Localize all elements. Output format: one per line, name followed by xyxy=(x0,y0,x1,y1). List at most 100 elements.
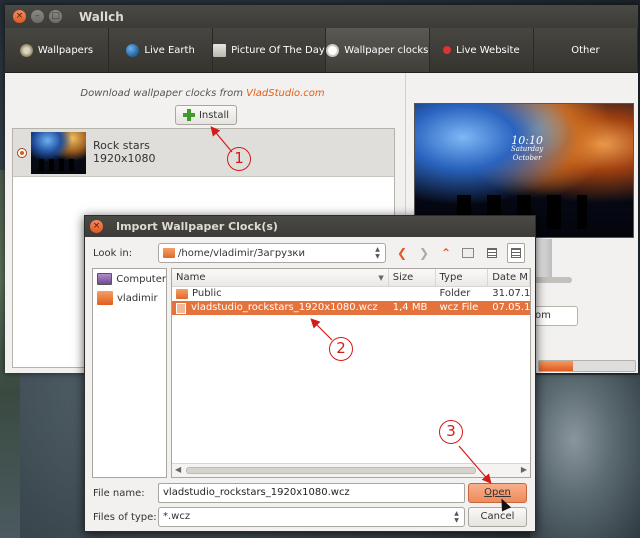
close-window-button[interactable]: × xyxy=(13,10,26,23)
place-label: vladimir xyxy=(117,292,158,304)
install-button[interactable]: Install xyxy=(175,105,237,125)
preview-progress xyxy=(538,360,636,372)
file-type: Folder xyxy=(439,288,471,299)
file-row-selected[interactable]: vladstudio_rockstars_1920x1080.wcz 1,4 M… xyxy=(172,301,530,315)
preview-day: Saturday xyxy=(511,145,544,153)
files-of-type-select[interactable]: *.wcz ▲ ▼ xyxy=(158,507,465,527)
desktop-background-right xyxy=(530,375,640,538)
close-dialog-button[interactable]: × xyxy=(90,220,103,233)
scroll-left-icon[interactable]: ◀ xyxy=(175,465,181,474)
annotation-step-3: 3 xyxy=(439,420,463,444)
cancel-button[interactable]: Cancel xyxy=(468,507,527,527)
places-sidebar: Computer vladimir xyxy=(92,268,167,478)
forward-arrow-icon[interactable]: ❯ xyxy=(415,243,433,263)
look-in-combo[interactable]: /home/vladimir/Загрузки ▲ ▼ xyxy=(158,243,386,263)
clock-info: Rock stars 1920x1080 xyxy=(93,139,156,165)
tab-live-website[interactable]: Live Website xyxy=(430,28,534,72)
sort-down-icon: ▼ xyxy=(378,273,384,282)
annotation-step-1: 1 xyxy=(227,147,251,171)
file-date: 31.07.1 xyxy=(492,288,530,299)
tab-live-earth[interactable]: Live Earth xyxy=(109,28,214,72)
scroll-right-icon[interactable]: ▶ xyxy=(521,465,527,474)
window-title: Wallch xyxy=(79,9,124,24)
column-label: Name xyxy=(176,271,206,283)
clock-thumbnail xyxy=(31,132,86,174)
minimize-window-button[interactable]: – xyxy=(31,10,44,23)
tab-label: Wallpaper clocks xyxy=(344,44,429,56)
download-prefix: Download wallpaper clocks from xyxy=(80,88,247,99)
file-list-header: Name ▼ Size Type Date M xyxy=(172,269,530,287)
file-row[interactable]: Public Folder 31.07.1 xyxy=(172,287,530,301)
file-size xyxy=(389,287,436,301)
picture-icon xyxy=(213,43,227,57)
look-in-path: /home/vladimir/Загрузки xyxy=(178,247,305,259)
file-name-input[interactable]: vladstudio_rockstars_1920x1080.wcz xyxy=(158,483,465,503)
pin-icon xyxy=(443,46,452,54)
place-label: Computer xyxy=(116,273,166,285)
main-tabbar: Wallpapers Live Earth Picture Of The Day… xyxy=(5,28,638,73)
folder-icon xyxy=(163,248,175,258)
import-dialog: × Import Wallpaper Clock(s) Look in: /ho… xyxy=(84,215,536,532)
file-name-label: File name: xyxy=(93,488,145,499)
files-of-type-label: Files of type: xyxy=(93,512,157,523)
files-of-type-value: *.wcz xyxy=(163,511,191,522)
preview-month: October xyxy=(512,154,542,162)
tab-other[interactable]: Other xyxy=(534,28,638,72)
computer-icon xyxy=(97,273,113,285)
tab-label: Other xyxy=(571,44,600,56)
place-home[interactable]: vladimir xyxy=(93,289,166,307)
tab-picture-of-the-day[interactable]: Picture Of The Day xyxy=(213,28,326,72)
column-type[interactable]: Type xyxy=(436,269,489,286)
file-type: wcz File xyxy=(439,302,479,313)
column-name[interactable]: Name ▼ xyxy=(172,269,389,286)
look-in-label: Look in: xyxy=(93,248,133,259)
open-label: Open xyxy=(484,487,511,498)
clock-radio-button[interactable] xyxy=(17,148,27,158)
column-date[interactable]: Date M xyxy=(488,269,530,286)
column-label: Date M xyxy=(492,272,528,283)
detail-view-icon[interactable] xyxy=(507,243,525,263)
file-list[interactable]: Name ▼ Size Type Date M Public Folder 31… xyxy=(171,268,531,478)
download-text: Download wallpaper clocks from VladStudi… xyxy=(5,88,400,99)
file-icon xyxy=(176,302,186,314)
file-name: Public xyxy=(192,288,222,299)
maximize-window-button[interactable]: □ xyxy=(49,10,62,23)
tab-label: Live Website xyxy=(456,44,520,56)
column-size[interactable]: Size xyxy=(389,269,436,286)
annotation-step-2: 2 xyxy=(329,337,353,361)
preview-clock-text: 10:10 Saturday October xyxy=(511,134,544,163)
plus-icon xyxy=(182,109,195,121)
scrollbar-thumb[interactable] xyxy=(186,467,476,474)
dialog-title: Import Wallpaper Clock(s) xyxy=(116,220,278,233)
preview-time: 10:10 xyxy=(511,134,543,147)
window-titlebar: × – □ Wallch xyxy=(5,5,638,28)
file-name: vladstudio_rockstars_1920x1080.wcz xyxy=(191,302,378,313)
vladstudio-link[interactable]: VladStudio.com xyxy=(246,88,324,99)
file-date: 07.05.1 xyxy=(492,302,530,313)
clock-name: Rock stars xyxy=(93,139,150,152)
new-folder-icon[interactable] xyxy=(459,243,477,263)
tab-label: Live Earth xyxy=(144,44,195,56)
file-size: 1,4 MB xyxy=(392,302,428,313)
column-label: Type xyxy=(439,272,463,283)
tab-wallpaper-clocks[interactable]: Wallpaper clocks xyxy=(325,28,430,72)
tab-wallpapers[interactable]: Wallpapers xyxy=(5,28,110,72)
combo-arrows-icon: ▲ ▼ xyxy=(375,246,380,260)
clock-list-item[interactable]: Rock stars 1920x1080 xyxy=(13,129,394,177)
install-label: Install xyxy=(198,109,230,121)
clock-icon xyxy=(326,43,340,57)
place-computer[interactable]: Computer xyxy=(93,270,166,288)
parent-directory-icon[interactable]: ⌃ xyxy=(437,243,455,263)
dialog-titlebar: × Import Wallpaper Clock(s) xyxy=(85,216,535,237)
horizontal-scrollbar[interactable]: ◀ ▶ xyxy=(172,463,530,477)
clock-resolution: 1920x1080 xyxy=(93,152,156,165)
globe-icon xyxy=(126,43,140,57)
folder-icon xyxy=(176,289,188,299)
combo-arrows-icon: ▲ ▼ xyxy=(454,510,459,524)
back-arrow-icon[interactable]: ❮ xyxy=(393,243,411,263)
cancel-label: Cancel xyxy=(480,511,515,522)
tab-label: Picture Of The Day xyxy=(231,44,325,56)
progress-fill xyxy=(539,361,573,371)
list-view-icon[interactable] xyxy=(483,243,501,263)
wallpapers-icon xyxy=(19,43,33,57)
